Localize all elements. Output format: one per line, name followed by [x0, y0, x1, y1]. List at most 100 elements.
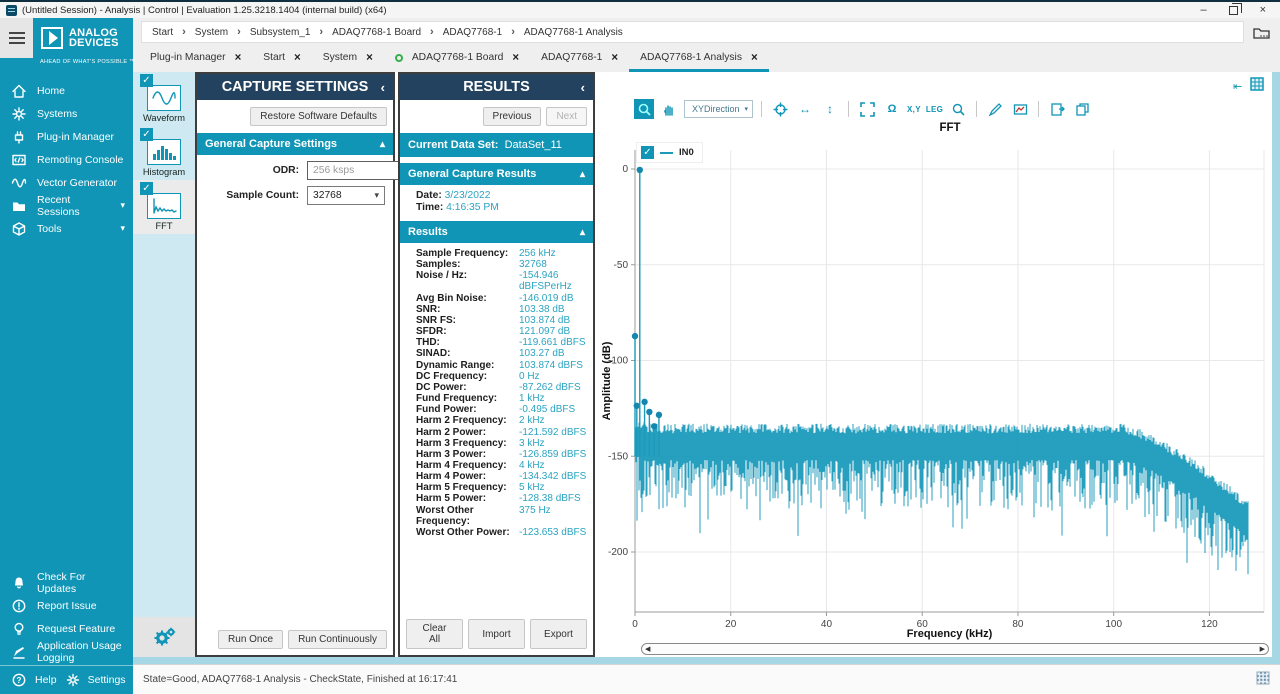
current-data-set-value: DataSet_11: [505, 139, 562, 151]
sidebar-item-vector-generator[interactable]: Vector Generator: [0, 171, 133, 194]
zoom-mode-button[interactable]: [634, 99, 654, 119]
magnifier-icon[interactable]: [948, 99, 968, 119]
tab-adaq7768-1-board[interactable]: ADAQ7768-1 Board×: [384, 46, 530, 72]
breadcrumb-item[interactable]: System: [195, 27, 228, 38]
close-tab-icon[interactable]: ×: [294, 52, 301, 64]
results-rows: Sample Frequency:256 kHzSamples:32768Noi…: [400, 243, 593, 538]
bulb-icon: [10, 620, 27, 637]
breadcrumb-item[interactable]: ADAQ7768-1 Analysis: [524, 27, 623, 38]
xy-direction-select[interactable]: XYDirection▾: [684, 100, 753, 118]
chevron-up-icon[interactable]: ▴: [580, 169, 585, 180]
export-session-icon[interactable]: [1252, 23, 1272, 41]
breadcrumb-item[interactable]: ADAQ7768-1 Board: [332, 27, 421, 38]
close-tab-icon[interactable]: ×: [366, 52, 373, 64]
snapshot-icon[interactable]: [1010, 99, 1030, 119]
minimize-button[interactable]: –: [1200, 3, 1206, 17]
collapse-panel-icon[interactable]: ‹: [381, 80, 385, 95]
clear-all-button[interactable]: Clear All: [406, 619, 463, 649]
view-checkbox[interactable]: ✓: [140, 74, 153, 87]
scroll-right-icon[interactable]: ▶: [1260, 645, 1265, 653]
close-tab-icon[interactable]: ×: [611, 52, 618, 64]
annotate-pencil-icon[interactable]: [985, 99, 1005, 119]
analysis-settings-button[interactable]: [133, 617, 195, 657]
view-checkbox[interactable]: ✓: [140, 182, 153, 195]
result-row: THD:-119.661 dBFS: [416, 337, 593, 348]
general-capture-results-header[interactable]: General Capture Results: [408, 168, 536, 180]
tab-start[interactable]: Start×: [252, 46, 311, 72]
undo-zoom-icon[interactable]: Ω: [882, 99, 902, 119]
sample-count-select[interactable]: 32768 ▾: [307, 186, 385, 205]
export-data-icon[interactable]: [1047, 99, 1067, 119]
close-tab-icon[interactable]: ×: [512, 52, 519, 64]
chevron-up-icon[interactable]: ▴: [380, 139, 385, 150]
run-once-button[interactable]: Run Once: [218, 630, 283, 649]
legend-checkbox[interactable]: ✓: [641, 146, 654, 159]
copy-image-icon[interactable]: [1072, 99, 1092, 119]
restore-defaults-button[interactable]: Restore Software Defaults: [250, 107, 387, 126]
sidebar-item-recent-sessions[interactable]: Recent Sessions▾: [0, 194, 133, 217]
capture-settings-panel: CAPTURE SETTINGS ‹ Restore Software Defa…: [195, 72, 395, 657]
breadcrumb-separator-icon: ›: [237, 26, 241, 38]
tab-system[interactable]: System×: [312, 46, 384, 72]
breadcrumb-item[interactable]: Subsystem_1: [250, 27, 311, 38]
next-button[interactable]: Next: [546, 107, 587, 126]
hamburger-menu-icon[interactable]: [0, 18, 33, 58]
status-text: State=Good, ADAQ7768-1 Analysis - CheckS…: [143, 674, 457, 685]
result-row: Samples:32768: [416, 259, 593, 270]
toolstrip-tab-fft[interactable]: ✓ FFT: [133, 180, 195, 234]
result-row: Harm 5 Frequency:5 kHz: [416, 482, 593, 493]
layout-grid-icon[interactable]: [1256, 671, 1270, 688]
collapse-panel-icon[interactable]: ‹: [581, 80, 585, 95]
breadcrumb-item[interactable]: Start: [152, 27, 173, 38]
sidebar-item-help[interactable]: Help: [35, 674, 57, 686]
breadcrumb-separator-icon: ›: [430, 26, 434, 38]
dock-panel-icon[interactable]: ⇥: [1233, 80, 1242, 93]
close-tab-icon[interactable]: ×: [751, 52, 758, 64]
logging-icon: [10, 643, 27, 660]
sidebar-item-plug-in-manager[interactable]: Plug-in Manager: [0, 125, 133, 148]
toolstrip-tab-waveform[interactable]: ✓ Waveform: [133, 72, 195, 126]
title-bar: (Untitled Session) - Analysis | Control …: [0, 0, 1280, 18]
fit-extents-icon[interactable]: [857, 99, 877, 119]
sidebar-item-settings[interactable]: Settings: [65, 672, 126, 689]
previous-button[interactable]: Previous: [483, 107, 542, 126]
sidebar-item-systems[interactable]: Systems: [0, 102, 133, 125]
restore-button[interactable]: [1229, 6, 1238, 15]
tab-adaq7768-1[interactable]: ADAQ7768-1×: [530, 46, 629, 72]
sidebar-item-check-for-updates[interactable]: Check For Updates: [0, 571, 133, 594]
grid-view-icon[interactable]: [1250, 77, 1264, 96]
horizontal-zoom-icon[interactable]: ↔: [795, 99, 815, 119]
chevron-up-icon[interactable]: ▴: [580, 227, 585, 238]
view-checkbox[interactable]: ✓: [140, 128, 153, 141]
toolstrip-tab-histogram[interactable]: ✓ Histogram: [133, 126, 195, 180]
vertical-zoom-icon[interactable]: ↕: [820, 99, 840, 119]
import-button[interactable]: Import: [468, 619, 525, 649]
chart-horizontal-scrollbar[interactable]: ◀ ▶: [641, 643, 1269, 655]
run-continuously-button[interactable]: Run Continuously: [288, 630, 387, 649]
help-icon: ?: [10, 672, 27, 689]
scroll-left-icon[interactable]: ◀: [645, 645, 650, 653]
odr-label: ODR:: [197, 165, 307, 176]
breadcrumb-item[interactable]: ADAQ7768-1: [443, 27, 502, 38]
sidebar-item-remoting-console[interactable]: Remoting Console: [0, 148, 133, 171]
breadcrumb-separator-icon: ›: [182, 26, 186, 38]
export-button[interactable]: Export: [530, 619, 587, 649]
crosshair-icon[interactable]: [770, 99, 790, 119]
result-row: Noise / Hz:-154.946 dBFSPerHz: [416, 270, 593, 292]
results-section-header[interactable]: Results: [408, 226, 448, 238]
tab-plug-in-manager[interactable]: Plug-in Manager×: [139, 46, 252, 72]
close-button[interactable]: ×: [1260, 3, 1266, 17]
tab-adaq7768-1-analysis[interactable]: ADAQ7768-1 Analysis×: [629, 46, 769, 72]
sidebar-item-home[interactable]: Home: [0, 79, 133, 102]
general-capture-settings-header[interactable]: General Capture Settings: [205, 138, 337, 150]
sidebar-item-request-feature[interactable]: Request Feature: [0, 617, 133, 640]
sidebar-item-report-issue[interactable]: Report Issue: [0, 594, 133, 617]
xy-values-toggle[interactable]: X,Y: [907, 105, 921, 114]
time-label: Time:: [416, 202, 443, 213]
legend-toggle[interactable]: LEG: [926, 105, 943, 114]
sidebar-item-tools[interactable]: Tools▾: [0, 217, 133, 240]
pan-hand-button[interactable]: [659, 99, 679, 119]
sidebar-item-application-usage-logging[interactable]: Application Usage Logging: [0, 640, 133, 663]
result-row: Dynamic Range:103.874 dBFS: [416, 360, 593, 371]
close-tab-icon[interactable]: ×: [235, 52, 242, 64]
